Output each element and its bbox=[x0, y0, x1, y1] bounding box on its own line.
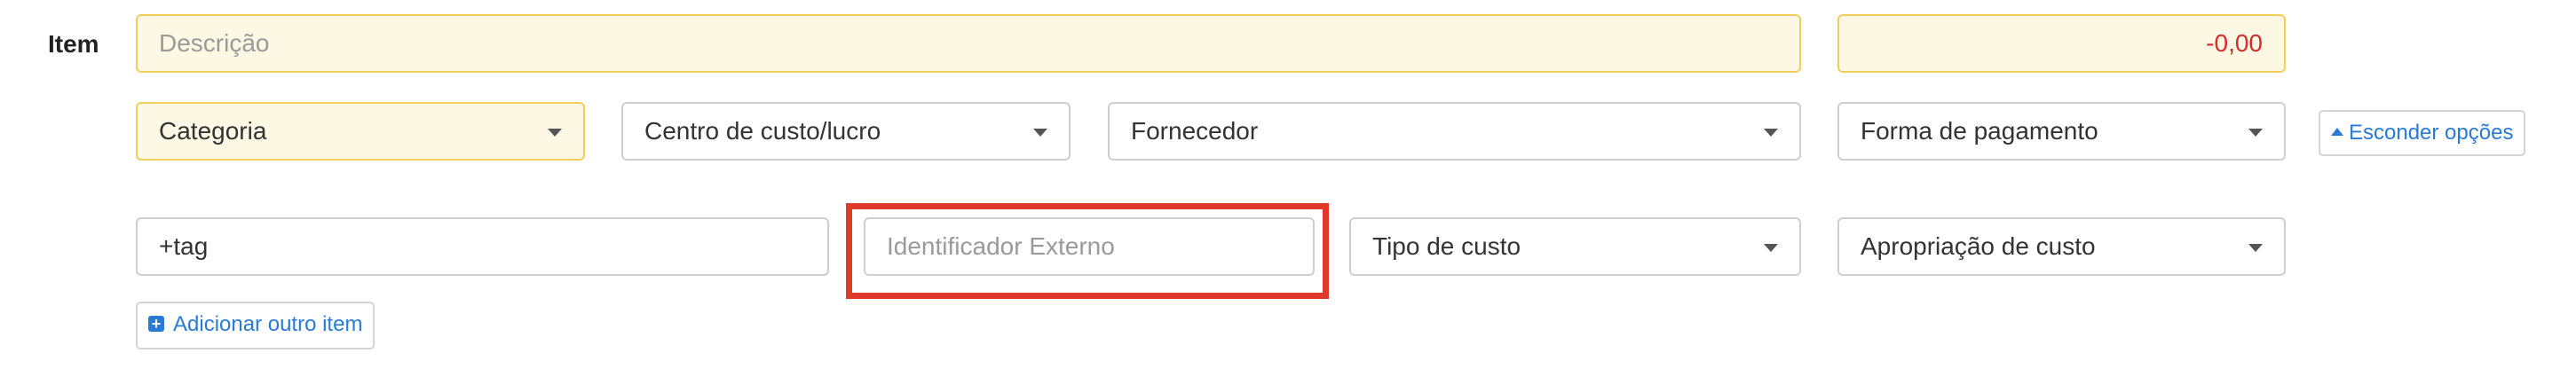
amount-value: -0,00 bbox=[2206, 29, 2263, 57]
cost-center-select-label: Centro de custo/lucro bbox=[644, 117, 881, 145]
cost-center-select[interactable]: Centro de custo/lucro bbox=[621, 102, 1071, 161]
caret-down-icon bbox=[1033, 129, 1047, 137]
cost-type-select[interactable]: Tipo de custo bbox=[1349, 217, 1801, 276]
external-id-input[interactable] bbox=[887, 219, 1292, 274]
caret-down-icon bbox=[2248, 244, 2263, 252]
item-label: Item bbox=[48, 30, 99, 58]
add-item-button[interactable]: + Adicionar outro item bbox=[136, 302, 375, 349]
payment-method-select-label: Forma de pagamento bbox=[1861, 117, 2098, 145]
supplier-select[interactable]: Fornecedor bbox=[1108, 102, 1801, 161]
tag-input[interactable]: +tag bbox=[136, 217, 829, 276]
hide-options-button[interactable]: Esconder opções bbox=[2319, 110, 2526, 156]
cost-type-select-label: Tipo de custo bbox=[1372, 232, 1521, 260]
cost-appropriation-select-label: Apropriação de custo bbox=[1861, 232, 2096, 260]
category-select[interactable]: Categoria bbox=[136, 102, 585, 161]
add-item-label: Adicionar outro item bbox=[173, 312, 363, 336]
payment-method-select[interactable]: Forma de pagamento bbox=[1837, 102, 2286, 161]
tag-input-value: +tag bbox=[159, 232, 209, 260]
description-placeholder: Descrição bbox=[159, 29, 270, 57]
caret-down-icon bbox=[1764, 129, 1778, 137]
cost-appropriation-select[interactable]: Apropriação de custo bbox=[1837, 217, 2286, 276]
hide-options-label: Esconder opções bbox=[2349, 121, 2514, 145]
amount-field[interactable]: -0,00 bbox=[1837, 14, 2286, 73]
category-select-label: Categoria bbox=[159, 117, 267, 145]
caret-down-icon bbox=[2248, 129, 2263, 137]
plus-square-icon: + bbox=[148, 315, 164, 332]
caret-up-icon bbox=[2331, 128, 2343, 137]
external-id-field[interactable] bbox=[864, 217, 1315, 276]
caret-down-icon bbox=[1764, 244, 1778, 252]
supplier-select-label: Fornecedor bbox=[1131, 117, 1259, 145]
caret-down-icon bbox=[548, 129, 562, 137]
description-field[interactable]: Descrição bbox=[136, 14, 1801, 73]
